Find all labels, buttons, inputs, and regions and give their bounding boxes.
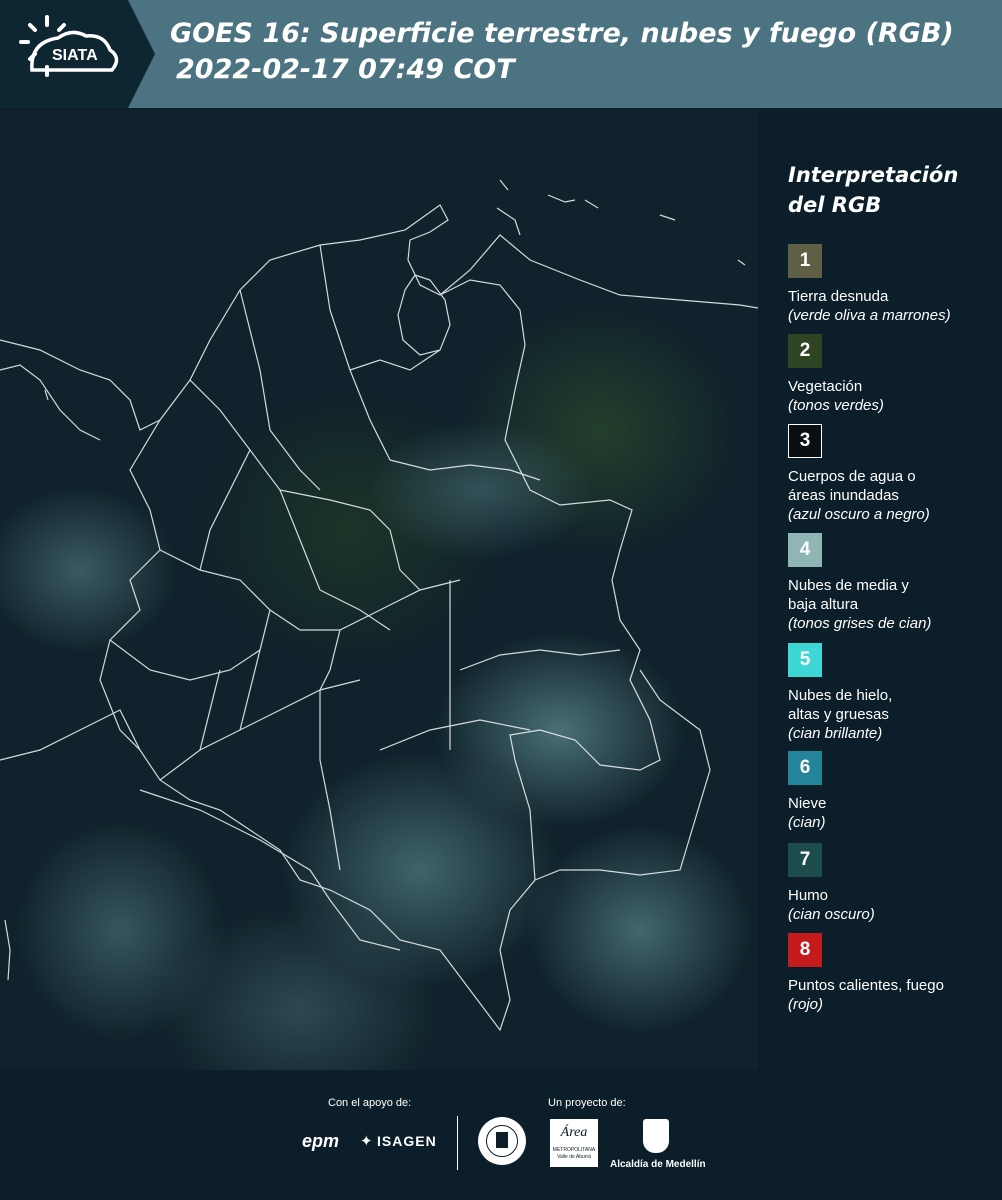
area-logo-name: Área <box>560 1125 588 1140</box>
satellite-map <box>0 110 758 1070</box>
legend-item-low-clouds: 4 Nubes de media y baja altura (tonos gr… <box>788 533 988 633</box>
area-logo-sub2: Valle de Aburrá <box>557 1154 591 1160</box>
isagen-text: ISAGEN <box>377 1133 437 1149</box>
legend-item-bare-land: 1 Tierra desnuda (verde oliva a marrones… <box>788 244 988 325</box>
legend-item-water: 3 Cuerpos de agua o áreas inundadas (azu… <box>788 424 988 524</box>
legend-swatch: 1 <box>788 244 822 278</box>
legend-swatch: 2 <box>788 334 822 368</box>
title-line-2: 2022-02-17 07:49 COT <box>176 54 515 85</box>
legend-item-ice-clouds: 5 Nubes de hielo, altas y gruesas (cian … <box>788 643 988 743</box>
legend-swatch: 3 <box>788 424 822 458</box>
project-label: Un proyecto de: <box>548 1097 626 1109</box>
legend-title: Interpretación del RGB <box>788 160 988 220</box>
legend-item-name: Vegetación <box>788 378 863 395</box>
legend-swatch: 4 <box>788 533 822 567</box>
legend-swatch: 8 <box>788 933 822 967</box>
legend-item-name: Puntos calientes, fuego <box>788 977 944 994</box>
legend-title-line-2: del RGB <box>788 193 882 217</box>
legend-item-desc: (azul oscuro a negro) <box>788 506 930 523</box>
footer-divider <box>457 1116 458 1170</box>
title-line-1: GOES 16: Superficie terrestre, nubes y f… <box>170 18 954 49</box>
legend-item-desc: (tonos grises de cian) <box>788 615 932 632</box>
legend-item-desc: (cian) <box>788 814 826 831</box>
legend-item-desc: (cian oscuro) <box>788 906 875 923</box>
page-title: GOES 16: Superficie terrestre, nubes y f… <box>170 16 954 88</box>
legend-item-vegetation: 2 Vegetación (tonos verdes) <box>788 334 988 415</box>
isagen-logo: ✦ ISAGEN <box>360 1132 437 1151</box>
siata-logo-text: SIATA <box>52 47 98 64</box>
isagen-mark-icon: ✦ <box>360 1133 373 1150</box>
legend-item-name: Nubes de media y baja altura <box>788 577 909 613</box>
header-bar: SIATA GOES 16: Superficie terrestre, nub… <box>0 0 1002 108</box>
legend-item-name: Tierra desnuda <box>788 288 889 305</box>
legend-item-name: Nieve <box>788 795 827 812</box>
area-logo-sub1: METROPOLITANA <box>552 1147 596 1153</box>
legend-item-desc: (cian brillante) <box>788 725 883 742</box>
area-metropolitana-logo: Área METROPOLITANA Valle de Aburrá <box>550 1119 598 1167</box>
legend-swatch: 5 <box>788 643 822 677</box>
legend-item-desc: (verde oliva a marrones) <box>788 307 951 324</box>
legend-item-snow: 6 Nieve (cian) <box>788 751 988 832</box>
legend-title-line-1: Interpretación <box>788 163 959 187</box>
university-seal-icon <box>478 1117 526 1165</box>
support-label: Con el apoyo de: <box>328 1097 412 1109</box>
legend-item-fire: 8 Puntos calientes, fuego (rojo) <box>788 933 988 1014</box>
medellin-shield-icon <box>643 1119 669 1153</box>
epm-logo: epm <box>302 1131 340 1151</box>
legend-item-name: Humo <box>788 887 829 904</box>
legend-item-desc: (rojo) <box>788 996 824 1013</box>
legend-item-desc: (tonos verdes) <box>788 397 884 414</box>
legend-swatch: 6 <box>788 751 822 785</box>
alcaldia-label: Alcaldía de Medellín <box>610 1159 706 1170</box>
legend-item-name: Nubes de hielo, altas y gruesas <box>788 687 893 723</box>
legend-item-smoke: 7 Humo (cian oscuro) <box>788 843 988 924</box>
boundary-lines <box>0 179 758 1032</box>
siata-logo: SIATA <box>0 0 155 108</box>
legend-item-name: Cuerpos de agua o áreas inundadas <box>788 468 916 504</box>
legend-swatch: 7 <box>788 843 822 877</box>
footer: Con el apoyo de: Un proyecto de: epm ✦ I… <box>0 1072 1002 1200</box>
